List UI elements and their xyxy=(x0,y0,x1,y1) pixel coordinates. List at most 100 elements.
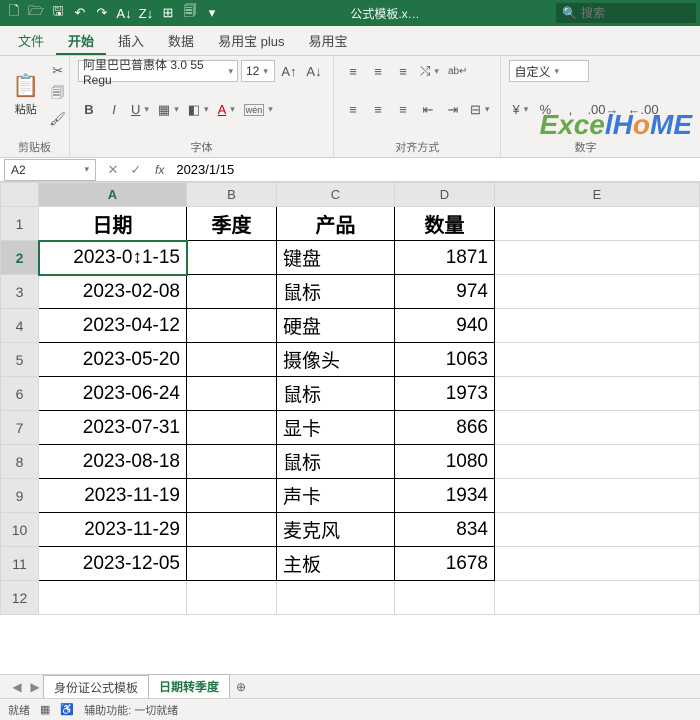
cell-D11[interactable]: 1678 xyxy=(395,547,495,581)
align-bottom-icon[interactable]: ≡ xyxy=(392,60,414,82)
number-format-select[interactable]: 自定义▾ xyxy=(509,60,589,82)
cell-E12[interactable] xyxy=(495,581,700,615)
cell-D2[interactable]: 1871 xyxy=(395,241,495,275)
cell-D7[interactable]: 866 xyxy=(395,411,495,445)
cut-button[interactable]: ✂ xyxy=(46,60,69,82)
cell-B3[interactable] xyxy=(187,275,277,309)
font-size-select[interactable]: 12▾ xyxy=(241,60,275,82)
bold-button[interactable]: B xyxy=(78,99,100,121)
row-header[interactable]: 3 xyxy=(1,275,39,309)
cell-D6[interactable]: 1973 xyxy=(395,377,495,411)
cell-B12[interactable] xyxy=(187,581,277,615)
cell-A9[interactable]: 2023-11-19 xyxy=(39,479,187,513)
row-header[interactable]: 9 xyxy=(1,479,39,513)
cell-A6[interactable]: 2023-06-24 xyxy=(39,377,187,411)
tab-home[interactable]: 开始 xyxy=(56,25,106,55)
cell-E3[interactable] xyxy=(495,275,700,309)
cell-B2[interactable] xyxy=(187,241,277,275)
border-button[interactable]: ▦▾ xyxy=(155,99,182,121)
underline-button[interactable]: U▾ xyxy=(128,99,152,121)
cell-B8[interactable] xyxy=(187,445,277,479)
tab-insert[interactable]: 插入 xyxy=(106,25,156,55)
row-header[interactable]: 10 xyxy=(1,513,39,547)
increase-decimal-icon[interactable]: .00→ xyxy=(584,99,621,121)
row-header[interactable]: 6 xyxy=(1,377,39,411)
column-header-A[interactable]: A xyxy=(39,183,187,207)
cell-A11[interactable]: 2023-12-05 xyxy=(39,547,187,581)
qat-more-icon[interactable]: ▾ xyxy=(202,3,222,23)
font-color-button[interactable]: A▾ xyxy=(215,99,238,121)
cell-C9[interactable]: 声卡 xyxy=(277,479,395,513)
row-header[interactable]: 11 xyxy=(1,547,39,581)
cell-D8[interactable]: 1080 xyxy=(395,445,495,479)
align-top-icon[interactable]: ≡ xyxy=(342,60,364,82)
fx-icon[interactable]: fx xyxy=(151,163,168,177)
cell-D1[interactable]: 数量 xyxy=(395,207,495,241)
format-painter-button[interactable]: 🖌 xyxy=(46,108,69,130)
cell-D10[interactable]: 834 xyxy=(395,513,495,547)
cell-D12[interactable] xyxy=(395,581,495,615)
cell-B11[interactable] xyxy=(187,547,277,581)
column-header-D[interactable]: D xyxy=(395,183,495,207)
cell-C3[interactable]: 鼠标 xyxy=(277,275,395,309)
cell-D9[interactable]: 1934 xyxy=(395,479,495,513)
cell-D4[interactable]: 940 xyxy=(395,309,495,343)
font-family-select[interactable]: 阿里巴巴普惠体 3.0 55 Regu▾ xyxy=(78,60,238,82)
cell-E1[interactable] xyxy=(495,207,700,241)
column-header-C[interactable]: C xyxy=(277,183,395,207)
cell-E8[interactable] xyxy=(495,445,700,479)
cell-C4[interactable]: 硬盘 xyxy=(277,309,395,343)
cell-A2[interactable]: 2023-0↕1-15 xyxy=(39,241,187,275)
formula-input[interactable] xyxy=(168,158,700,181)
cell-E7[interactable] xyxy=(495,411,700,445)
cancel-formula-icon[interactable]: ✕ xyxy=(102,159,124,181)
fill-color-button[interactable]: ◧▾ xyxy=(185,99,212,121)
tab-eyb-plus[interactable]: 易用宝 plus xyxy=(206,25,296,55)
name-box[interactable]: A2▾ xyxy=(4,159,96,181)
validate-icon[interactable]: ⊞ xyxy=(158,3,178,23)
row-header[interactable]: 5 xyxy=(1,343,39,377)
cell-A5[interactable]: 2023-05-20 xyxy=(39,343,187,377)
orientation-icon[interactable]: ⤭▾ xyxy=(417,60,442,82)
sort-desc-icon[interactable]: Z↓ xyxy=(136,3,156,23)
phonetic-button[interactable]: wén▾ xyxy=(241,99,276,121)
align-left-icon[interactable]: ≡ xyxy=(342,99,364,121)
paste-button[interactable]: 📋 粘贴 xyxy=(8,71,43,119)
cell-A10[interactable]: 2023-11-29 xyxy=(39,513,187,547)
tab-data[interactable]: 数据 xyxy=(156,25,206,55)
sort-asc-icon[interactable]: A↓ xyxy=(114,3,134,23)
increase-font-icon[interactable]: A↑ xyxy=(278,60,300,82)
new-file-icon[interactable]: 🗋 xyxy=(4,3,24,23)
add-sheet-icon[interactable]: ⊕ xyxy=(230,680,252,694)
column-header-E[interactable]: E xyxy=(495,183,700,207)
cell-C11[interactable]: 主板 xyxy=(277,547,395,581)
cell-A1[interactable]: 日期 xyxy=(39,207,187,241)
spreadsheet-grid[interactable]: A B C D E 1日期季度产品数量22023-0↕1-15键盘1871320… xyxy=(0,182,700,674)
merge-center-icon[interactable]: ⊟▾ xyxy=(467,99,492,121)
cell-C7[interactable]: 显卡 xyxy=(277,411,395,445)
decrease-font-icon[interactable]: A↓ xyxy=(303,60,325,82)
cell-E5[interactable] xyxy=(495,343,700,377)
row-header[interactable]: 2 xyxy=(1,241,39,275)
cell-C8[interactable]: 鼠标 xyxy=(277,445,395,479)
cell-B1[interactable]: 季度 xyxy=(187,207,277,241)
row-header[interactable]: 1 xyxy=(1,207,39,241)
status-macro-icon[interactable]: ▦ xyxy=(40,703,50,716)
wrap-text-icon[interactable]: ab↵ xyxy=(445,60,471,82)
cell-E4[interactable] xyxy=(495,309,700,343)
row-header[interactable]: 12 xyxy=(1,581,39,615)
cell-C10[interactable]: 麦克风 xyxy=(277,513,395,547)
confirm-formula-icon[interactable]: ✓ xyxy=(125,159,147,181)
cell-C1[interactable]: 产品 xyxy=(277,207,395,241)
tab-eyb[interactable]: 易用宝 xyxy=(297,25,360,55)
decrease-decimal-icon[interactable]: ←.00 xyxy=(625,99,662,121)
cell-A7[interactable]: 2023-07-31 xyxy=(39,411,187,445)
accessibility-icon[interactable]: ♿ xyxy=(60,703,74,716)
align-center-icon[interactable]: ≡ xyxy=(367,99,389,121)
cell-D3[interactable]: 974 xyxy=(395,275,495,309)
cell-E2[interactable] xyxy=(495,241,700,275)
cell-E6[interactable] xyxy=(495,377,700,411)
decrease-indent-icon[interactable]: ⇤ xyxy=(417,99,439,121)
row-header[interactable]: 7 xyxy=(1,411,39,445)
cell-A8[interactable]: 2023-08-18 xyxy=(39,445,187,479)
